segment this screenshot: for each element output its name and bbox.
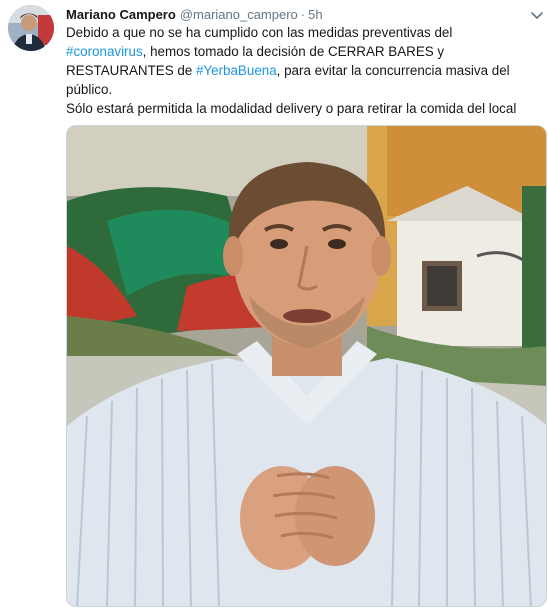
tweet-text-part: Sólo estará permitida la modalidad deliv… [66,101,517,116]
video-frame [67,126,546,606]
separator-dot: · [300,7,306,22]
author-handle[interactable]: @mariano_campero [180,7,298,22]
tweet-header: Mariano Campero @mariano_campero · 5h [66,6,538,24]
tweet-paragraph-2: Sólo estará permitida la modalidad deliv… [66,99,544,118]
tweet-timestamp[interactable]: 5h [308,7,322,22]
hashtag-yerbabuena[interactable]: #YerbaBuena [196,63,277,78]
author-name[interactable]: Mariano Campero [66,7,176,22]
hashtag-coronavirus[interactable]: #coronavirus [66,44,143,59]
tweet-paragraph-1: Debido a que no se ha cumplido con las m… [66,23,544,99]
tweet-text: Debido a que no se ha cumplido con las m… [66,23,544,118]
video-player[interactable] [66,125,547,607]
avatar[interactable] [8,5,54,51]
chevron-down-icon[interactable] [530,8,544,19]
tweet-text-part: Debido a que no se ha cumplido con las m… [66,25,453,40]
